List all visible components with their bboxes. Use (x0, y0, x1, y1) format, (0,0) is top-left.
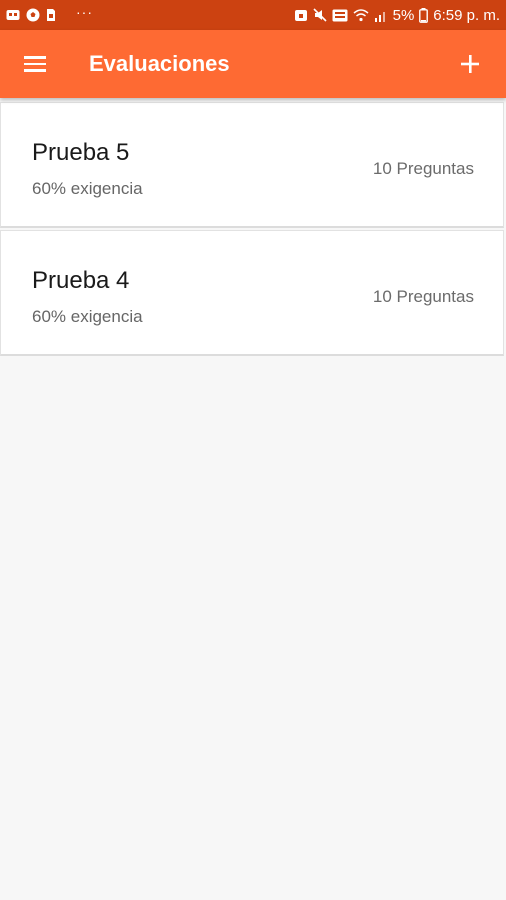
evaluation-title: Prueba 4 (32, 267, 130, 294)
evaluation-question-count: 10 Preguntas (372, 159, 474, 178)
sim-icon (46, 8, 56, 22)
messages-icon (6, 9, 20, 21)
more-notifications-dots: ··· (76, 4, 93, 20)
evaluation-card[interactable]: Prueba 5 60% exigencia 10 Preguntas (0, 102, 504, 228)
soccer-icon (26, 8, 40, 22)
evaluation-question-count: 10 Preguntas (372, 287, 474, 306)
lock-icon (294, 8, 308, 22)
evaluation-list: Prueba 5 60% exigencia 10 Preguntas Prue… (0, 102, 506, 358)
plus-icon (461, 55, 479, 73)
wifi-icon (353, 8, 369, 22)
battery-icon (419, 7, 429, 23)
signal-icon (374, 9, 388, 22)
status-time: 6:59 p. m. (433, 6, 500, 24)
add-evaluation-button[interactable] (442, 30, 498, 98)
mute-icon (313, 8, 327, 22)
status-bar: ··· 5% 6:59 p. m. (0, 0, 506, 30)
evaluation-title: Prueba 5 (32, 139, 130, 166)
evaluation-requirement: 60% exigencia (32, 307, 143, 326)
volte-icon (332, 9, 348, 22)
page-title: Evaluaciones (89, 51, 230, 76)
hamburger-menu-icon (24, 56, 46, 72)
battery-percent: 5% (392, 6, 415, 24)
menu-button[interactable] (0, 30, 70, 98)
evaluation-card[interactable]: Prueba 4 60% exigencia 10 Preguntas (0, 230, 504, 356)
app-bar: Evaluaciones (0, 30, 506, 98)
evaluation-requirement: 60% exigencia (32, 179, 143, 198)
